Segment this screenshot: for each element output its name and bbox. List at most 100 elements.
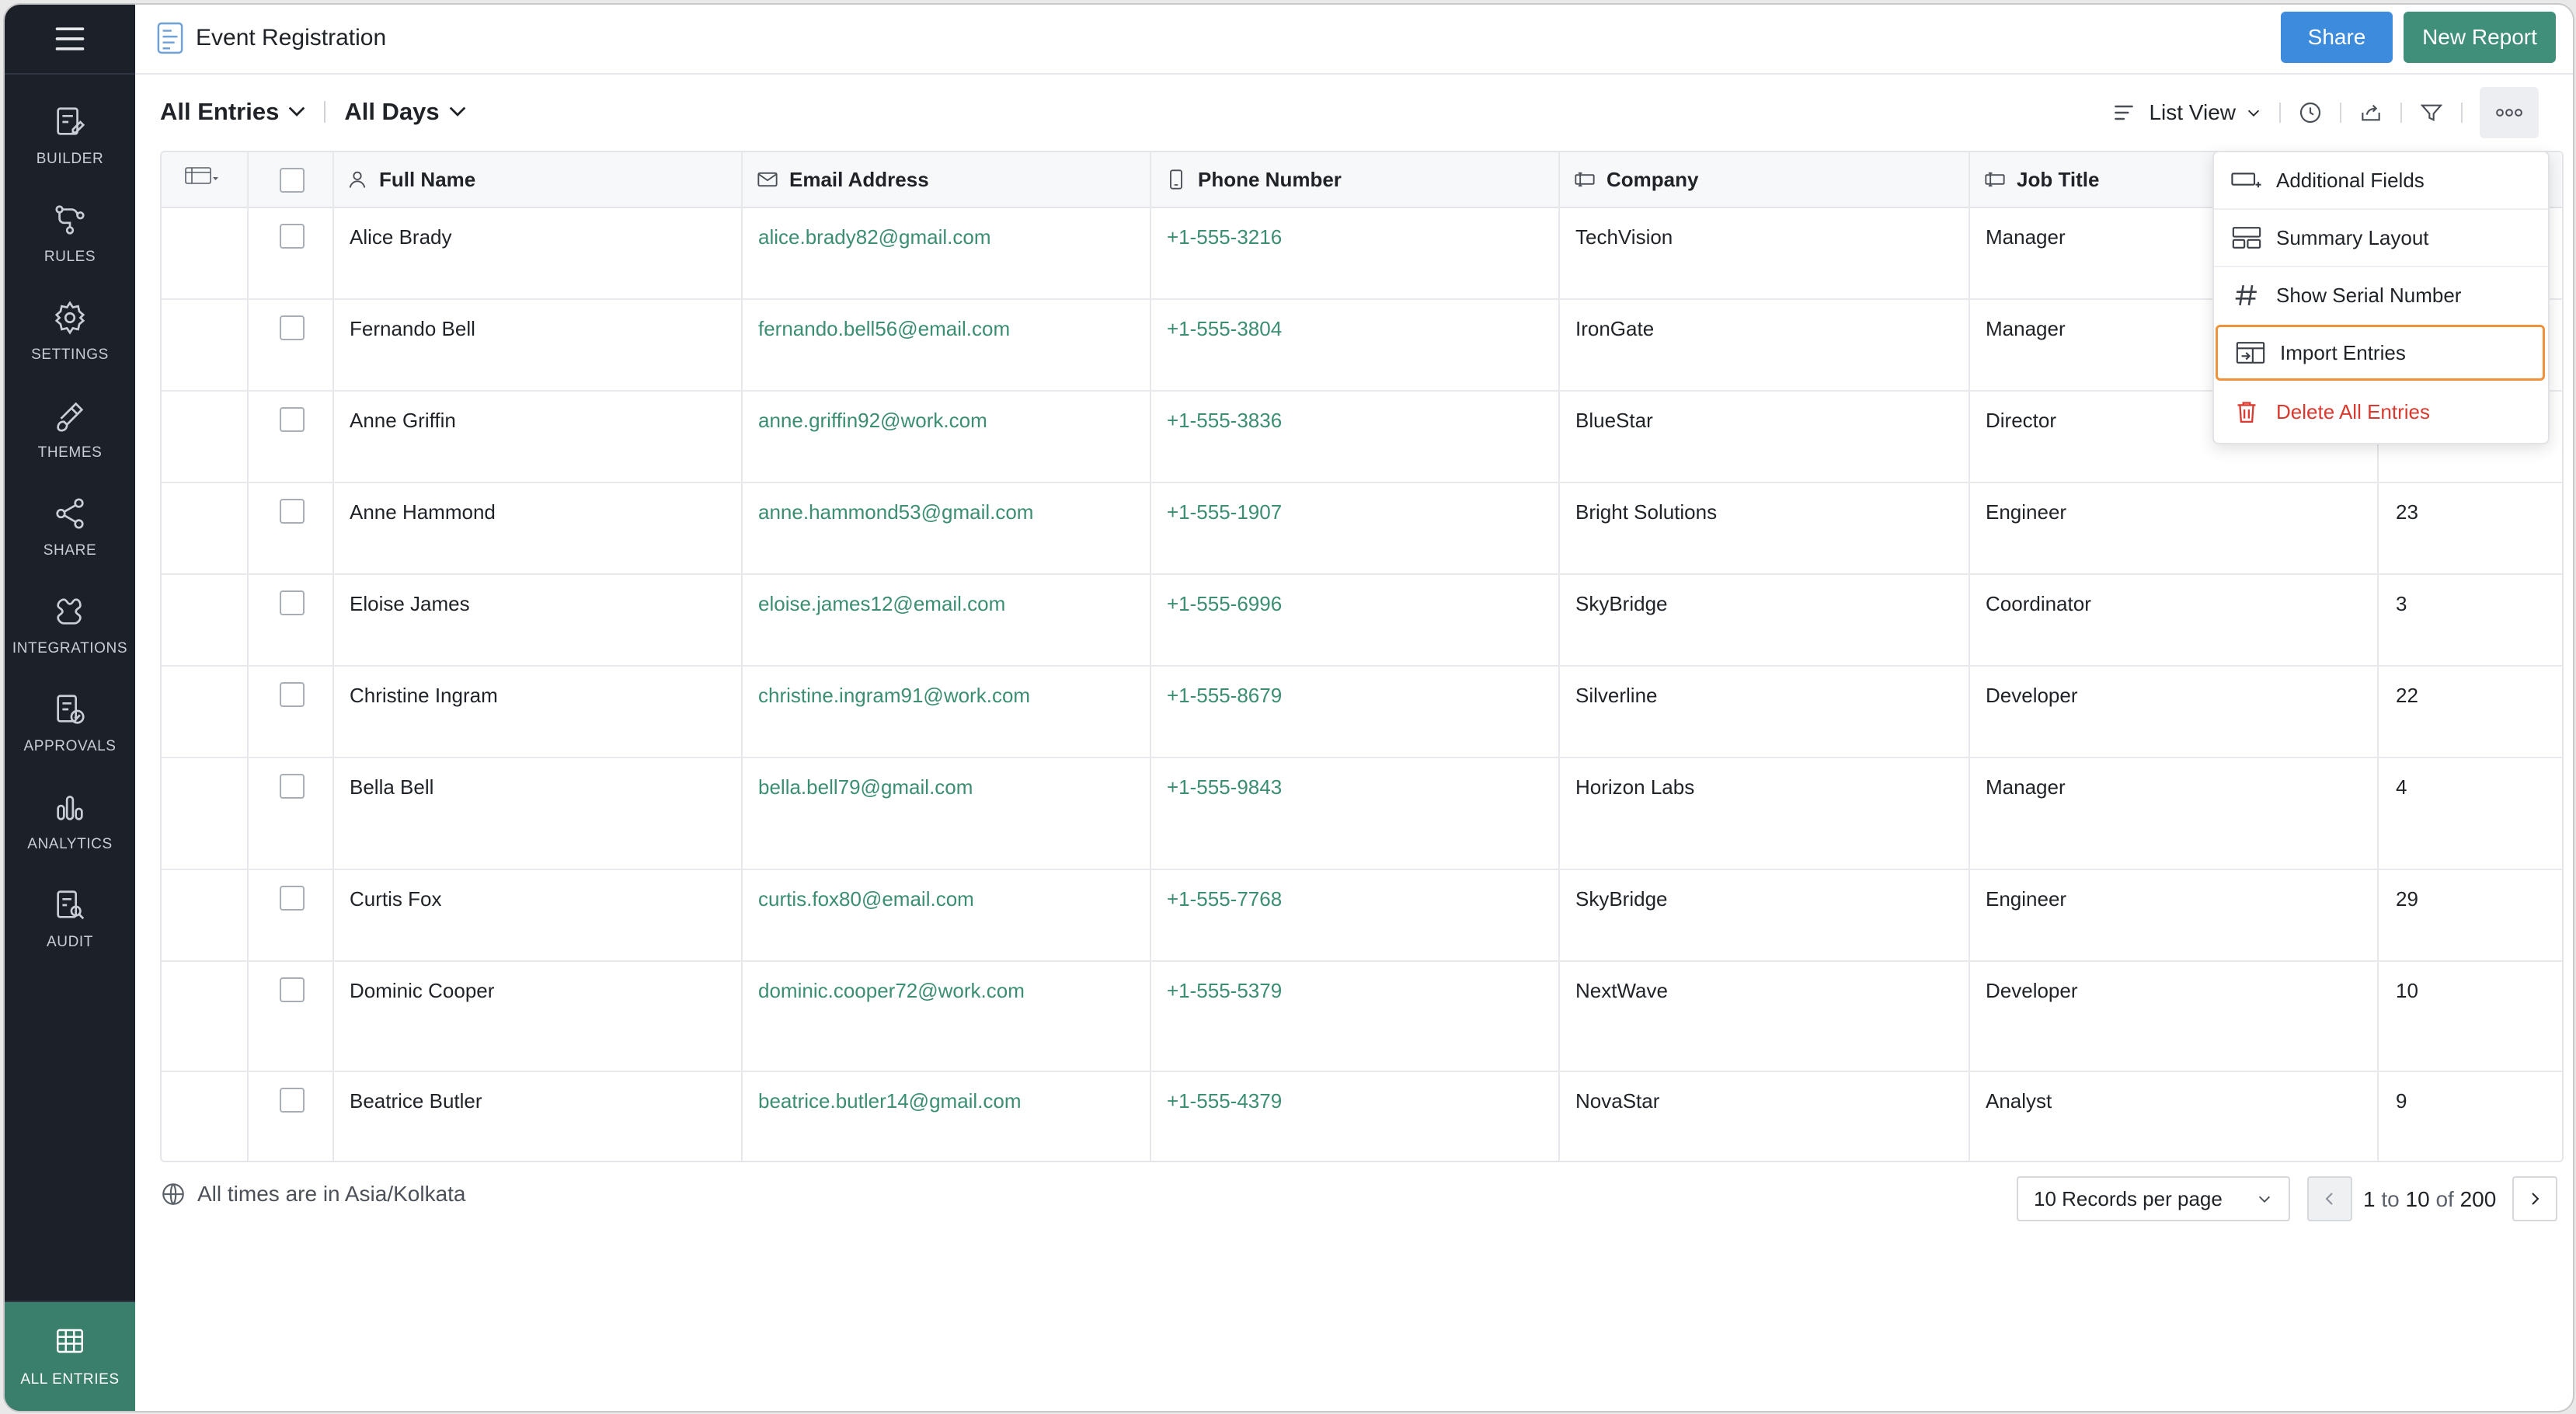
phone-icon <box>1170 169 1182 190</box>
sidebar-item-share[interactable]: SHARE <box>5 496 135 594</box>
table-row[interactable]: Alice Brady alice.brady82@gmail.com +1-5… <box>162 208 2562 300</box>
more-options-button[interactable] <box>2480 87 2539 138</box>
menu-item-import-entries[interactable]: Import Entries <box>2216 325 2545 381</box>
cell-email[interactable]: christine.ingram91@work.com <box>758 684 1030 708</box>
menu-item-delete-all-entries[interactable]: Delete All Entries <box>2214 384 2548 440</box>
list-view-dropdown[interactable]: List View <box>2111 100 2262 125</box>
sidebar-item-rules[interactable]: RULES <box>5 202 135 300</box>
sidebar-item-all-entries[interactable]: ALL ENTRIES <box>5 1301 135 1411</box>
table-row[interactable]: Curtis Fox curtis.fox80@email.com +1-555… <box>162 870 2562 962</box>
filter-icon <box>2420 104 2443 122</box>
menu-item-additional-fields[interactable]: Additional Fields <box>2214 152 2548 210</box>
sidebar: BUILDER RULES SETTINGS THEMES SHARE INTE… <box>5 5 135 1411</box>
cell-email[interactable]: bella.bell79@gmail.com <box>758 775 973 799</box>
chevron-right-icon <box>2532 1193 2539 1205</box>
menu-item-summary-layout[interactable]: Summary Layout <box>2214 210 2548 267</box>
divider <box>2340 103 2341 123</box>
cell-phone[interactable]: +1-555-3804 <box>1167 317 1282 341</box>
column-header-email[interactable]: Email Address <box>757 152 929 207</box>
column-header-company[interactable]: Company <box>1574 152 1698 207</box>
cell-email[interactable]: dominic.cooper72@work.com <box>758 979 1025 1003</box>
text-field-icon <box>1575 172 1595 187</box>
cell-job-title: Engineer <box>1986 500 2067 524</box>
cell-job-title: Engineer <box>1986 887 2067 911</box>
cell-email[interactable]: eloise.james12@email.com <box>758 592 1005 616</box>
row-checkbox[interactable] <box>280 224 305 249</box>
cell-phone[interactable]: +1-555-5379 <box>1167 979 1282 1003</box>
new-report-button[interactable]: New Report <box>2404 12 2556 63</box>
cell-phone[interactable]: +1-555-4379 <box>1167 1089 1282 1113</box>
previous-page-button[interactable] <box>2307 1176 2352 1221</box>
table-row[interactable]: Dominic Cooper dominic.cooper72@work.com… <box>162 962 2562 1072</box>
divider <box>2279 103 2281 123</box>
cell-phone[interactable]: +1-555-3216 <box>1167 225 1282 249</box>
table-row[interactable]: Fernando Bell fernando.bell56@email.com … <box>162 300 2562 392</box>
records-per-page-select[interactable]: 10 Records per page <box>2017 1176 2290 1221</box>
row-checkbox[interactable] <box>280 407 305 432</box>
row-checkbox[interactable] <box>280 499 305 524</box>
cell-phone[interactable]: +1-555-3836 <box>1167 409 1282 433</box>
cell-phone[interactable]: +1-555-6996 <box>1167 592 1282 616</box>
row-checkbox[interactable] <box>280 590 305 615</box>
cell-email[interactable]: anne.hammond53@gmail.com <box>758 500 1033 524</box>
cell-email[interactable]: beatrice.butler14@gmail.com <box>758 1089 1022 1113</box>
column-header-phone[interactable]: Phone Number <box>1165 152 1342 207</box>
row-checkbox[interactable] <box>280 1088 305 1113</box>
row-checkbox[interactable] <box>280 774 305 799</box>
cell-extra: 4 <box>2396 775 2407 799</box>
row-checkbox[interactable] <box>280 315 305 340</box>
export-icon <box>2362 104 2380 121</box>
table-row[interactable]: Bella Bell bella.bell79@gmail.com +1-555… <box>162 758 2562 870</box>
records-per-page-value: 10 Records per page <box>2034 1186 2223 1210</box>
cell-email[interactable]: alice.brady82@gmail.com <box>758 225 991 249</box>
sidebar-item-analytics[interactable]: ANALYTICS <box>5 789 135 887</box>
sidebar-item-themes[interactable]: THEMES <box>5 398 135 496</box>
row-checkbox[interactable] <box>280 682 305 707</box>
cell-full-name: Fernando Bell <box>350 317 475 340</box>
table-row[interactable]: Anne Hammond anne.hammond53@gmail.com +1… <box>162 483 2562 575</box>
table-row[interactable]: Anne Griffin anne.griffin92@work.com +1-… <box>162 392 2562 483</box>
app-window: BUILDER RULES SETTINGS THEMES SHARE INTE… <box>3 3 2574 1412</box>
days-filter-dropdown[interactable]: All Days <box>344 98 465 126</box>
entries-filter-dropdown[interactable]: All Entries <box>160 98 305 126</box>
sidebar-item-audit[interactable]: AUDIT <box>5 887 135 985</box>
cell-phone[interactable]: +1-555-8679 <box>1167 684 1282 708</box>
cell-job-title: Director <box>1986 409 2057 432</box>
table-row[interactable]: Christine Ingram christine.ingram91@work… <box>162 667 2562 758</box>
row-checkbox[interactable] <box>280 886 305 911</box>
next-page-button[interactable] <box>2512 1176 2557 1221</box>
cell-phone[interactable]: +1-555-9843 <box>1167 775 1282 799</box>
import-icon <box>2236 342 2265 364</box>
share-button[interactable]: Share <box>2281 12 2393 63</box>
cell-email[interactable]: curtis.fox80@email.com <box>758 887 974 911</box>
export-button[interactable] <box>2358 100 2383 125</box>
column-header-full-name[interactable]: Full Name <box>346 152 475 207</box>
column-header-job-title[interactable]: Job Title <box>1984 152 2099 207</box>
sidebar-item-builder[interactable]: BUILDER <box>5 104 135 202</box>
menu-item-label: Additional Fields <box>2276 168 2425 192</box>
menu-item-show-serial-number[interactable]: Show Serial Number <box>2214 267 2548 323</box>
more-icon <box>2496 109 2522 117</box>
layout-icon <box>2232 227 2261 249</box>
cell-company: Horizon Labs <box>1575 775 1695 799</box>
hamburger-menu-button[interactable] <box>5 5 135 75</box>
cell-job-title: Analyst <box>1986 1089 2052 1113</box>
sidebar-item-approvals[interactable]: APPROVALS <box>5 691 135 789</box>
hash-icon <box>2235 284 2257 306</box>
cell-phone[interactable]: +1-555-1907 <box>1167 500 1282 524</box>
filter-button[interactable] <box>2419 100 2444 125</box>
select-all-checkbox[interactable] <box>280 168 305 193</box>
cell-phone[interactable]: +1-555-7768 <box>1167 887 1282 911</box>
cell-full-name: Bella Bell <box>350 775 434 799</box>
cell-job-title: Developer <box>1986 979 2078 1002</box>
row-checkbox[interactable] <box>280 977 305 1002</box>
more-options-menu: Additional Fields Summary Layout Show Se… <box>2212 151 2550 444</box>
plug-icon <box>57 598 82 625</box>
cell-email[interactable]: fernando.bell56@email.com <box>758 317 1010 341</box>
sidebar-item-settings[interactable]: SETTINGS <box>5 300 135 398</box>
history-button[interactable] <box>2298 100 2323 125</box>
sidebar-item-integrations[interactable]: INTEGRATIONS <box>5 594 135 691</box>
table-row[interactable]: Beatrice Butler beatrice.butler14@gmail.… <box>162 1072 2562 1159</box>
cell-email[interactable]: anne.griffin92@work.com <box>758 409 987 433</box>
table-row[interactable]: Eloise James eloise.james12@email.com +1… <box>162 575 2562 667</box>
